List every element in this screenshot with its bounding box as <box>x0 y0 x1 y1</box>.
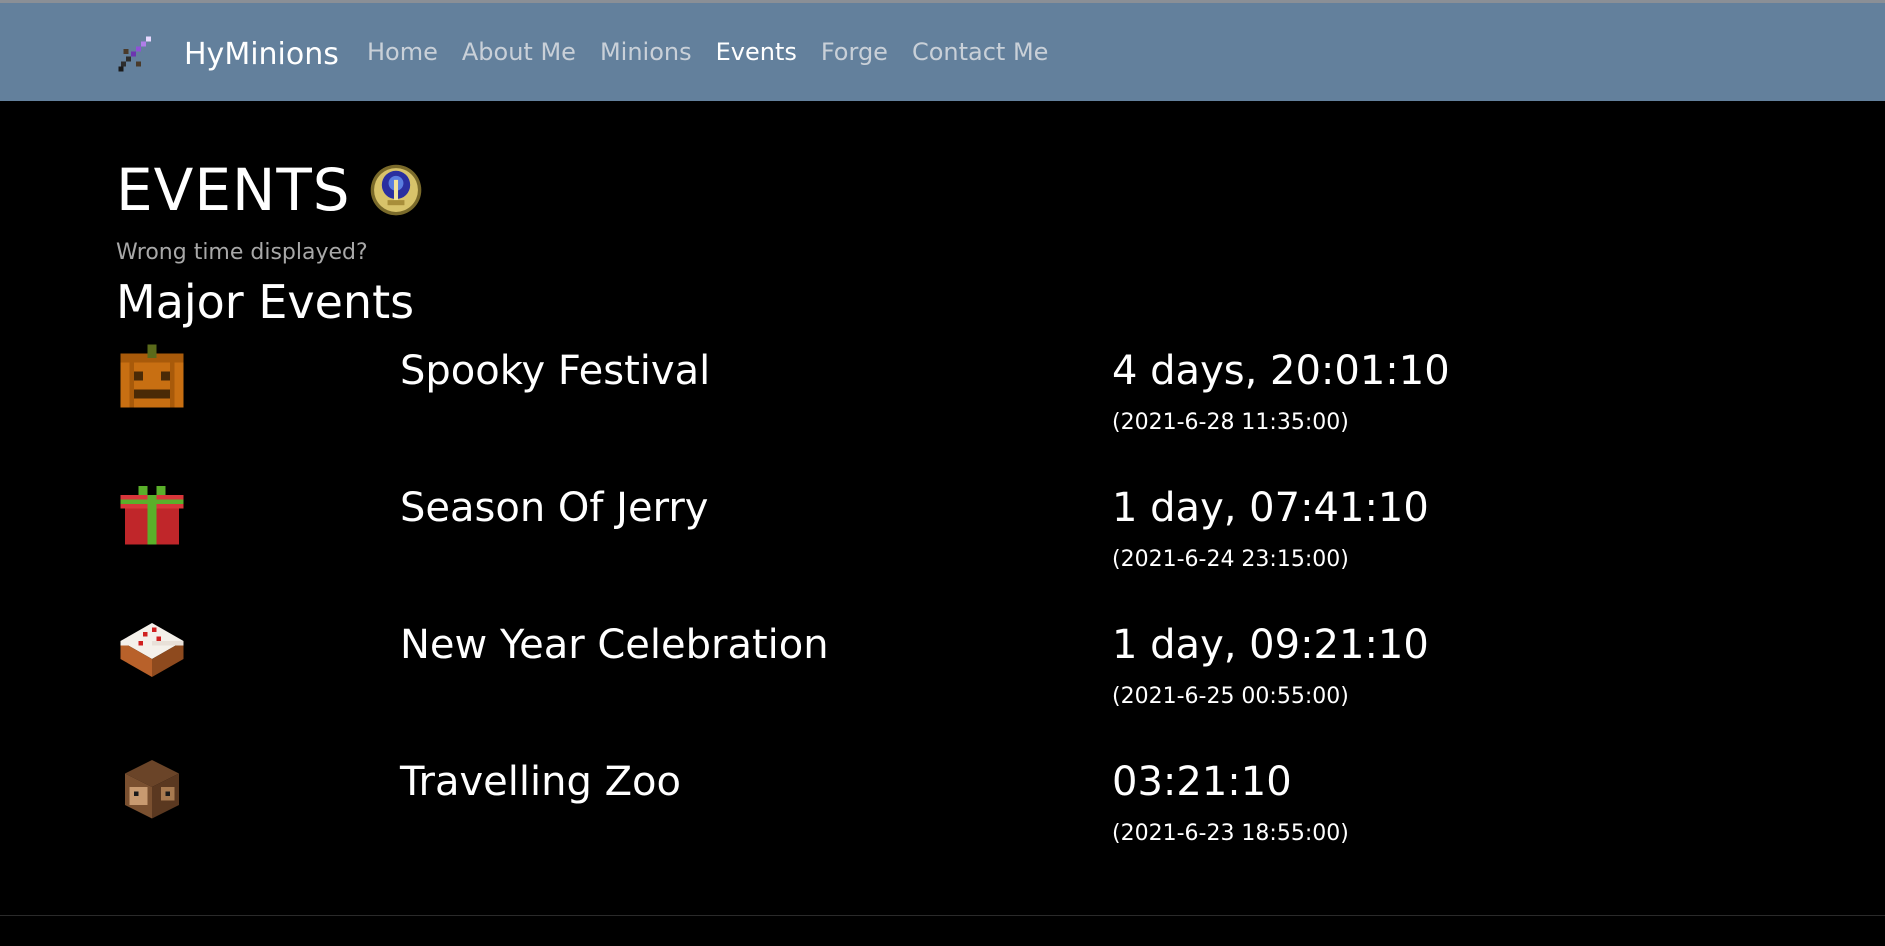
event-countdown: 4 days, 20:01:10 <box>1112 348 1450 394</box>
event-date: (2021-6-23 18:55:00) <box>1112 821 1349 846</box>
event-countdown: 1 day, 09:21:10 <box>1112 622 1429 668</box>
event-countdown: 03:21:10 <box>1112 759 1292 805</box>
event-row: Spooky Festival 4 days, 20:01:10 (2021-6… <box>0 340 1885 470</box>
nav-link-contact-me[interactable]: Contact Me <box>912 38 1048 66</box>
purple-sword-icon <box>118 36 151 72</box>
nav-link-home[interactable]: Home <box>367 38 438 66</box>
event-name: New Year Celebration <box>400 622 829 668</box>
nav-links: Home About Me Minions Events Forge Conta… <box>367 38 1072 66</box>
pumpkin-icon <box>120 344 184 408</box>
nav-link-events[interactable]: Events <box>716 38 797 66</box>
nav-link-minions[interactable]: Minions <box>600 38 692 66</box>
navbar: HyMinions Home About Me Minions Events F… <box>0 3 1885 101</box>
gift-icon <box>120 486 184 545</box>
section-title: Major Events <box>116 275 415 329</box>
monkey-head-icon <box>125 760 179 819</box>
compass-clock-icon <box>370 164 421 216</box>
footer-divider <box>0 915 1885 916</box>
event-countdown: 1 day, 07:41:10 <box>1112 485 1429 531</box>
page-title: EVENTS <box>116 156 351 224</box>
event-name: Season Of Jerry <box>400 485 709 531</box>
event-name: Travelling Zoo <box>400 759 681 805</box>
page-header: EVENTS <box>116 150 423 230</box>
event-date: (2021-6-25 00:55:00) <box>1112 684 1349 709</box>
event-name: Spooky Festival <box>400 348 711 394</box>
wrong-time-link[interactable]: Wrong time displayed? <box>116 240 368 265</box>
cake-icon <box>120 623 184 677</box>
event-date: (2021-6-28 11:35:00) <box>1112 410 1349 435</box>
brand-name: HyMinions <box>184 36 339 72</box>
event-row: Season Of Jerry 1 day, 07:41:10 (2021-6-… <box>0 477 1885 607</box>
nav-link-forge[interactable]: Forge <box>821 38 888 66</box>
brand[interactable]: HyMinions <box>116 30 339 78</box>
event-date: (2021-6-24 23:15:00) <box>1112 547 1349 572</box>
event-row: Travelling Zoo 03:21:10 (2021-6-23 18:55… <box>0 751 1885 881</box>
nav-link-about-me[interactable]: About Me <box>462 38 576 66</box>
event-row: New Year Celebration 1 day, 09:21:10 (20… <box>0 614 1885 744</box>
